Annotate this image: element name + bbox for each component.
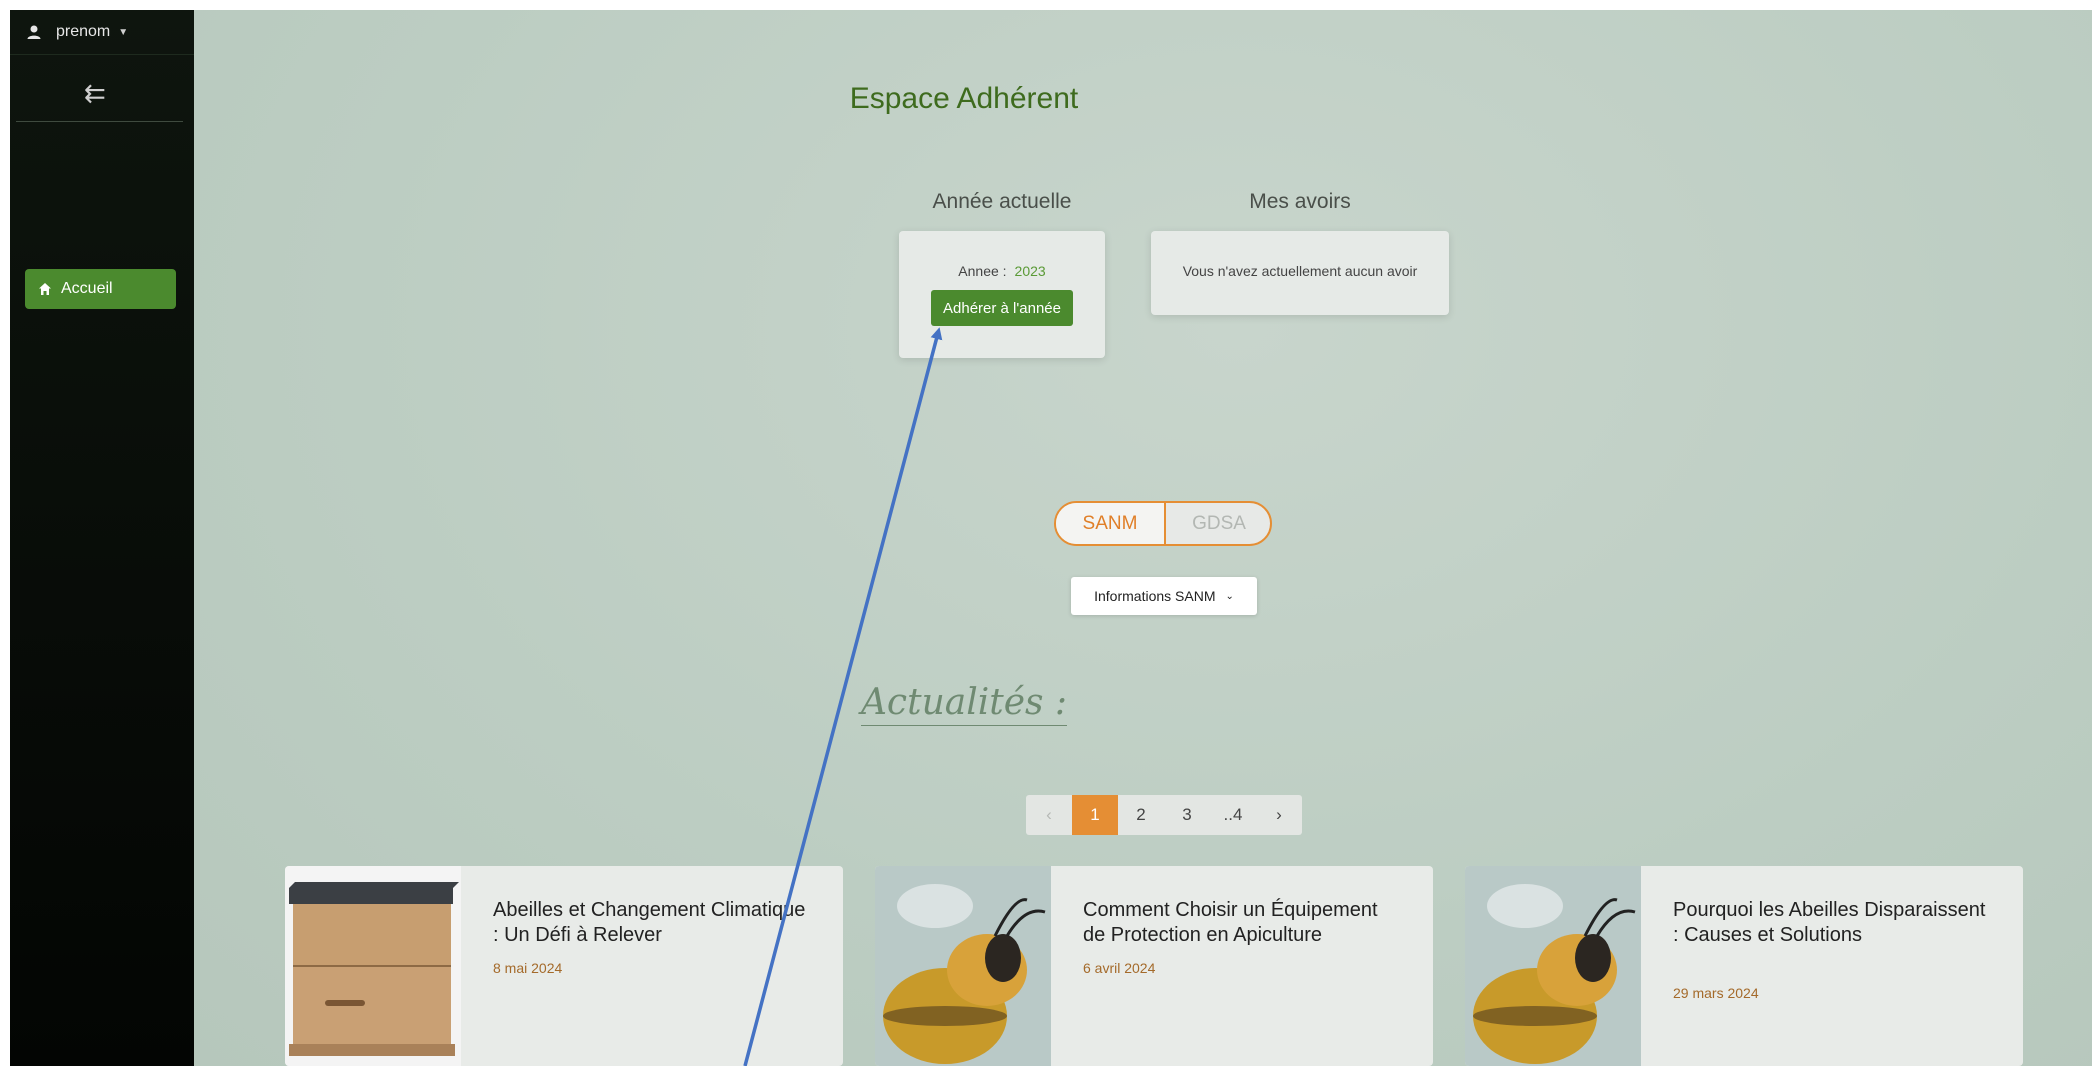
pagination-prev-icon[interactable]: ‹ bbox=[1026, 795, 1072, 835]
caret-down-icon: ▼ bbox=[118, 26, 129, 38]
pagination-page-1[interactable]: 1 bbox=[1072, 795, 1118, 835]
user-name: prenom bbox=[56, 23, 111, 40]
news-title: Comment Choisir un Équipement de Protect… bbox=[1083, 899, 1378, 946]
sidebar: prenom ▼ ⇇ Accueil bbox=[10, 10, 194, 1066]
home-icon bbox=[39, 283, 51, 295]
pagination: ‹ 1 2 3 ..4 › bbox=[1026, 795, 1302, 835]
user-menu[interactable]: prenom ▼ bbox=[10, 10, 194, 55]
pagination-page-2[interactable]: 2 bbox=[1118, 795, 1164, 835]
join-button[interactable]: Adhérer à l'année bbox=[931, 290, 1073, 326]
news-card[interactable]: Comment Choisir un Équipement de Protect… bbox=[875, 866, 1433, 1066]
chevron-down-icon: ⌄ bbox=[1225, 590, 1234, 602]
toggle-option-gdsa[interactable]: GDSA bbox=[1166, 503, 1270, 544]
collapse-menu-icon[interactable]: ⇇ bbox=[84, 80, 106, 106]
year-line: Annee : 2023 bbox=[899, 263, 1105, 279]
current-year-card: Annee : 2023 Adhérer à l'année bbox=[899, 231, 1105, 358]
pagination-page-4[interactable]: ..4 bbox=[1210, 795, 1256, 835]
pagination-page-3[interactable]: 3 bbox=[1164, 795, 1210, 835]
news-title: Abeilles et Changement Climatique : Un D… bbox=[493, 899, 806, 946]
sidebar-item-accueil[interactable]: Accueil bbox=[25, 269, 176, 309]
news-title: Pourquoi les Abeilles Disparaissent : Ca… bbox=[1673, 899, 1986, 946]
app-frame: prenom ▼ ⇇ Accueil Espace Adhérent Année… bbox=[10, 10, 2092, 1066]
org-toggle: SANM GDSA bbox=[1054, 501, 1272, 546]
news-heading-text: Actualités : bbox=[860, 682, 1068, 726]
credits-card: Vous n'avez actuellement aucun avoir bbox=[1151, 231, 1449, 315]
news-date: 8 mai 2024 bbox=[493, 960, 563, 976]
news-date: 6 avril 2024 bbox=[1083, 960, 1156, 976]
beehive-image bbox=[285, 866, 461, 1066]
bee-image bbox=[875, 866, 1051, 1066]
news-card[interactable]: Abeilles et Changement Climatique : Un D… bbox=[285, 866, 843, 1066]
sidebar-item-label: Accueil bbox=[61, 280, 113, 297]
credits-empty-text: Vous n'avez actuellement aucun avoir bbox=[1182, 263, 1418, 279]
current-year-heading: Année actuelle bbox=[932, 190, 1072, 213]
pagination-next-icon[interactable]: › bbox=[1256, 795, 1302, 835]
news-heading: Actualités : bbox=[194, 682, 1734, 726]
year-value: 2023 bbox=[1014, 263, 1046, 279]
credits-heading: Mes avoirs bbox=[1249, 190, 1351, 213]
toggle-option-sanm[interactable]: SANM bbox=[1056, 503, 1166, 544]
user-icon bbox=[27, 25, 41, 39]
page-title: Espace Adhérent bbox=[849, 82, 1079, 115]
info-dropdown-label: Informations SANM bbox=[1094, 588, 1216, 604]
news-card[interactable]: Pourquoi les Abeilles Disparaissent : Ca… bbox=[1465, 866, 2023, 1066]
bee-image bbox=[1465, 866, 1641, 1066]
info-dropdown[interactable]: Informations SANM ⌄ bbox=[1071, 577, 1257, 615]
news-date: 29 mars 2024 bbox=[1673, 985, 1759, 1001]
year-label: Annee : bbox=[958, 263, 1007, 279]
sidebar-divider bbox=[16, 121, 183, 122]
main-content: Espace Adhérent Année actuelle Annee : 20… bbox=[194, 10, 2092, 1066]
